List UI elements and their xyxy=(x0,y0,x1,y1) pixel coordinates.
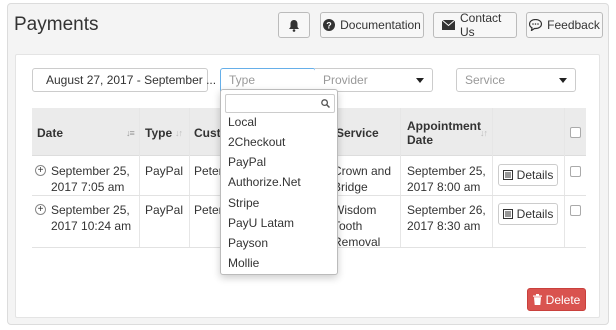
service-filter[interactable]: Service xyxy=(456,68,576,92)
row-customer: Peter xyxy=(194,203,223,217)
type-dropdown-menu: Local 2Checkout PayPal Authorize.Net Str… xyxy=(220,89,338,275)
details-button[interactable]: Details xyxy=(498,203,558,225)
dropdown-option[interactable]: Mollie xyxy=(228,256,259,270)
type-placeholder: Type xyxy=(229,73,256,87)
svg-text:?: ? xyxy=(326,21,332,31)
row-appointment-date: September 26, 2017 8:30 am xyxy=(407,203,486,233)
row-type: PayPal xyxy=(145,203,184,217)
dropdown-option[interactable]: Authorize.Net xyxy=(228,175,301,189)
row-service: Crown and Bridge xyxy=(333,164,392,194)
details-list-icon xyxy=(502,170,513,180)
feedback-label: Feedback xyxy=(547,18,600,32)
details-button[interactable]: Details xyxy=(498,164,558,186)
dropdown-option[interactable]: Payson xyxy=(228,236,268,250)
row-date: September 25, 2017 7:05 am xyxy=(51,164,130,194)
row-checkbox[interactable] xyxy=(570,166,581,177)
dropdown-option[interactable]: Stripe xyxy=(228,196,259,210)
row-date: September 25, 2017 10:24 am xyxy=(51,203,132,233)
row-appointment-date: September 25, 2017 8:00 am xyxy=(407,164,486,194)
column-header-date[interactable]: Date xyxy=(37,126,63,140)
provider-placeholder: Provider xyxy=(323,73,368,87)
details-label: Details xyxy=(516,168,554,182)
page-title: Payments xyxy=(14,14,99,35)
row-checkbox[interactable] xyxy=(570,205,581,216)
documentation-label: Documentation xyxy=(340,18,421,32)
select-all-checkbox[interactable] xyxy=(570,127,581,138)
sort-desc-icon[interactable]: ↓≡ xyxy=(126,128,135,138)
question-circle-icon: ? xyxy=(323,19,336,31)
chevron-down-icon xyxy=(559,78,567,83)
column-header-appointment-date[interactable]: Appointment Date xyxy=(407,119,481,147)
row-type: PayPal xyxy=(145,164,184,178)
trash-icon xyxy=(532,294,542,305)
dropdown-option[interactable]: PayPal xyxy=(228,155,266,169)
search-icon xyxy=(321,99,330,108)
dropdown-option[interactable]: 2Checkout xyxy=(228,135,285,149)
contact-us-button[interactable]: Contact Us xyxy=(433,11,517,39)
dropdown-search-input[interactable] xyxy=(225,94,335,113)
expand-row-icon[interactable]: + xyxy=(35,165,46,176)
notifications-button[interactable] xyxy=(278,12,310,38)
feedback-button[interactable]: Feedback xyxy=(526,12,603,38)
details-list-icon xyxy=(502,209,513,219)
documentation-button[interactable]: ? Documentation xyxy=(320,12,424,38)
speech-bubble-icon xyxy=(529,19,543,31)
chevron-down-icon xyxy=(416,78,424,83)
row-service: Wisdom Tooth Removal xyxy=(333,203,381,249)
envelope-icon xyxy=(442,20,455,30)
delete-button[interactable]: Delete xyxy=(527,288,586,311)
contact-us-label: Contact Us xyxy=(460,11,502,39)
date-range-value: August 27, 2017 - September ... xyxy=(46,73,217,87)
service-placeholder: Service xyxy=(465,73,506,87)
details-label: Details xyxy=(516,207,554,221)
dropdown-option[interactable]: PayU Latam xyxy=(228,216,294,230)
dropdown-option[interactable]: Local xyxy=(228,115,257,129)
bell-icon xyxy=(289,19,299,32)
column-header-service[interactable]: Service xyxy=(336,126,379,140)
column-header-type[interactable]: Type xyxy=(145,126,172,140)
delete-label: Delete xyxy=(545,292,581,307)
sort-icon[interactable]: ↓↑ xyxy=(175,128,183,138)
row-customer: Peter xyxy=(194,164,223,178)
date-range-picker[interactable]: August 27, 2017 - September ... xyxy=(32,68,216,92)
sort-icon[interactable]: ↓↑ xyxy=(480,128,488,138)
expand-row-icon[interactable]: + xyxy=(35,204,46,215)
